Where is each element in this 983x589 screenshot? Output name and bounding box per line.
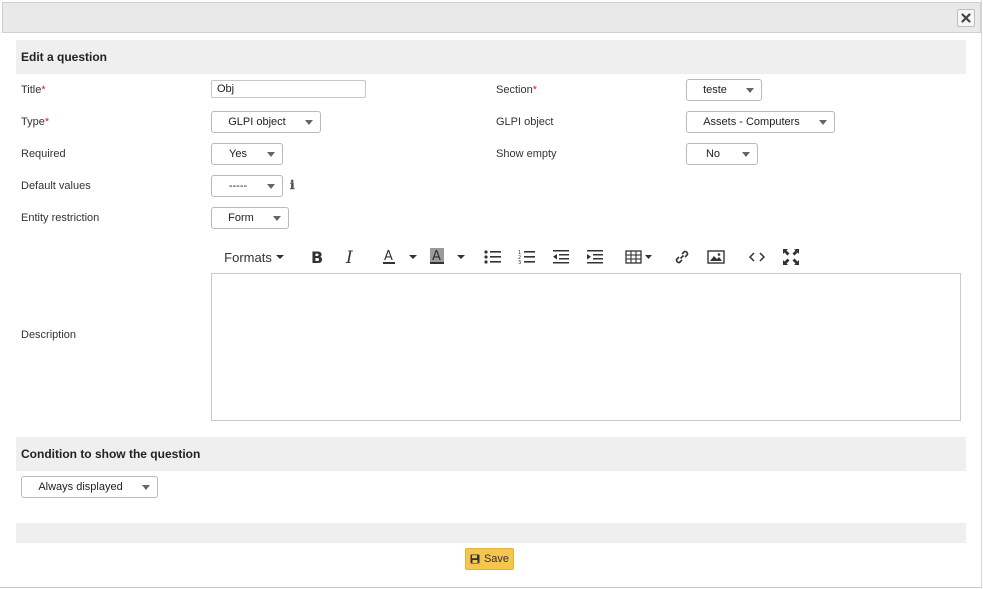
- close-button[interactable]: [957, 9, 975, 27]
- indent-button[interactable]: [583, 244, 607, 270]
- chevron-down-icon: [267, 184, 275, 189]
- chevron-down-icon: [746, 88, 754, 93]
- show-empty-select[interactable]: No: [686, 143, 758, 165]
- background-color-button[interactable]: A: [425, 244, 469, 270]
- type-label: Type*: [21, 116, 50, 128]
- formats-dropdown[interactable]: Formats: [221, 244, 287, 270]
- chevron-down-icon: [742, 152, 750, 157]
- table-icon: [625, 250, 652, 264]
- entity-restriction-label: Entity restriction: [21, 212, 100, 224]
- save-button[interactable]: Save: [465, 548, 514, 570]
- text-color-button[interactable]: A: [377, 244, 421, 270]
- chevron-down-icon: [275, 255, 284, 259]
- required-label: Required: [21, 148, 66, 160]
- type-select[interactable]: GLPI object: [211, 111, 321, 133]
- section-header-condition: Condition to show the question: [16, 437, 966, 471]
- editor-toolbar: Formats B I A A 1 2 3: [211, 244, 961, 270]
- dialog-titlebar: [2, 2, 981, 33]
- default-values-select[interactable]: -----: [211, 175, 283, 197]
- bullet-list-button[interactable]: [481, 244, 505, 270]
- description-label: Description: [21, 329, 77, 341]
- indent-icon: [587, 250, 603, 264]
- table-button[interactable]: [623, 244, 657, 270]
- section-header-edit: Edit a question: [16, 40, 966, 74]
- glpi-object-label: GLPI object: [496, 116, 554, 128]
- chevron-down-icon: [273, 216, 281, 221]
- outdent-icon: [553, 250, 569, 264]
- entity-restriction-select[interactable]: Form: [211, 207, 289, 229]
- svg-text:B: B: [311, 249, 323, 265]
- section-title: Condition to show the question: [21, 447, 201, 461]
- italic-button[interactable]: I: [339, 244, 363, 270]
- info-icon[interactable]: ℹ: [290, 178, 295, 192]
- numbered-list-button[interactable]: 1 2 3: [515, 244, 539, 270]
- section-select[interactable]: teste: [686, 79, 762, 101]
- footer-bar: [16, 523, 966, 543]
- link-button[interactable]: [670, 244, 694, 270]
- section-title: Edit a question: [21, 50, 108, 64]
- chevron-down-icon: [267, 152, 275, 157]
- chevron-down-icon: [819, 120, 827, 125]
- description-editor[interactable]: [211, 273, 961, 421]
- background-color-icon: A: [430, 248, 465, 264]
- close-icon: [961, 13, 971, 23]
- numbered-list-icon: 1 2 3: [518, 250, 535, 265]
- svg-text:I: I: [345, 249, 353, 265]
- chevron-down-icon: [305, 120, 313, 125]
- required-select[interactable]: Yes: [211, 143, 283, 165]
- image-icon: [707, 250, 725, 264]
- svg-text:A: A: [384, 249, 393, 264]
- image-button[interactable]: [704, 244, 728, 270]
- outdent-button[interactable]: [549, 244, 573, 270]
- svg-text:3: 3: [518, 260, 521, 265]
- title-input[interactable]: [211, 80, 366, 98]
- link-icon: [675, 250, 689, 264]
- section-label: Section*: [496, 84, 537, 96]
- italic-icon: I: [345, 249, 353, 265]
- condition-select[interactable]: Always displayed: [21, 476, 158, 498]
- text-color-icon: A: [383, 249, 417, 264]
- chevron-down-icon: [142, 485, 150, 490]
- svg-text:A: A: [432, 249, 441, 264]
- title-label: Title*: [21, 84, 46, 96]
- bullet-list-icon: [484, 250, 501, 264]
- save-icon: [470, 554, 480, 564]
- fullscreen-button[interactable]: [779, 244, 803, 270]
- bold-icon: B: [311, 249, 323, 265]
- glpi-object-select[interactable]: Assets - Computers: [686, 111, 835, 133]
- source-code-icon: [748, 252, 766, 262]
- default-values-label: Default values: [21, 180, 91, 192]
- bold-button[interactable]: B: [305, 244, 329, 270]
- show-empty-label: Show empty: [496, 148, 557, 160]
- fullscreen-icon: [783, 249, 799, 265]
- source-code-button[interactable]: [745, 244, 769, 270]
